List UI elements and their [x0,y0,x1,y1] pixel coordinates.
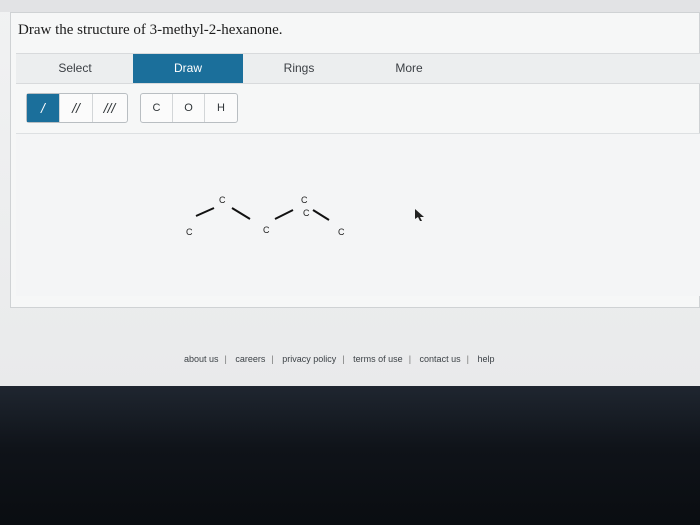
triple-bond-button[interactable]: /// [93,94,126,122]
oxygen-atom-button[interactable]: O [173,94,205,122]
tool-tabs: Select Draw Rings More [16,53,700,84]
atom-label[interactable]: C [263,225,270,235]
footer-link-help[interactable]: help [471,354,500,364]
atom-tools: C O H [140,93,238,123]
footer: about us | careers | privacy policy | terms… [0,340,700,380]
double-bond-button[interactable]: // [60,94,93,122]
footer-separator: | [466,354,469,364]
footer-separator: | [342,354,345,364]
footer-link-terms[interactable]: terms of use [347,354,409,364]
footer-links: about us | careers | privacy policy | terms… [178,354,500,364]
footer-link-about[interactable]: about us [178,354,225,364]
bond-3[interactable] [274,209,294,220]
atom-label[interactable]: C [301,195,308,205]
tab-select[interactable]: Select [41,54,109,83]
drawing-canvas[interactable]: C C C C C C [16,133,700,296]
atom-label[interactable]: C [303,208,310,218]
bond-1[interactable] [195,207,215,217]
tab-rings[interactable]: Rings [264,54,334,83]
tab-more[interactable]: More [374,54,444,83]
footer-link-careers[interactable]: careers [229,354,271,364]
cursor-icon [415,209,424,221]
atom-label[interactable]: C [219,195,226,205]
page-background: Draw the structure of 3-methyl-2-hexanon… [0,0,700,390]
screen-bezel [0,386,700,525]
hydrogen-atom-button[interactable]: H [205,94,237,122]
top-strip [0,0,700,12]
question-text: Draw the structure of 3-methyl-2-hexanon… [18,22,283,38]
tab-draw[interactable]: Draw [133,54,243,83]
single-bond-button[interactable]: / [27,94,60,122]
atom-label[interactable]: C [186,227,193,237]
footer-link-privacy[interactable]: privacy policy [276,354,342,364]
atom-label[interactable]: C [338,227,345,237]
molecule-structure[interactable]: C C C C C C [166,178,386,268]
bond-2[interactable] [231,207,251,220]
bond-4[interactable] [312,209,330,221]
carbon-atom-button[interactable]: C [141,94,173,122]
footer-link-contact[interactable]: contact us [414,354,467,364]
bond-tools: / // /// [26,93,128,123]
footer-separator: | [408,354,412,364]
footer-separator: | [224,354,227,364]
footer-separator: | [271,354,274,364]
